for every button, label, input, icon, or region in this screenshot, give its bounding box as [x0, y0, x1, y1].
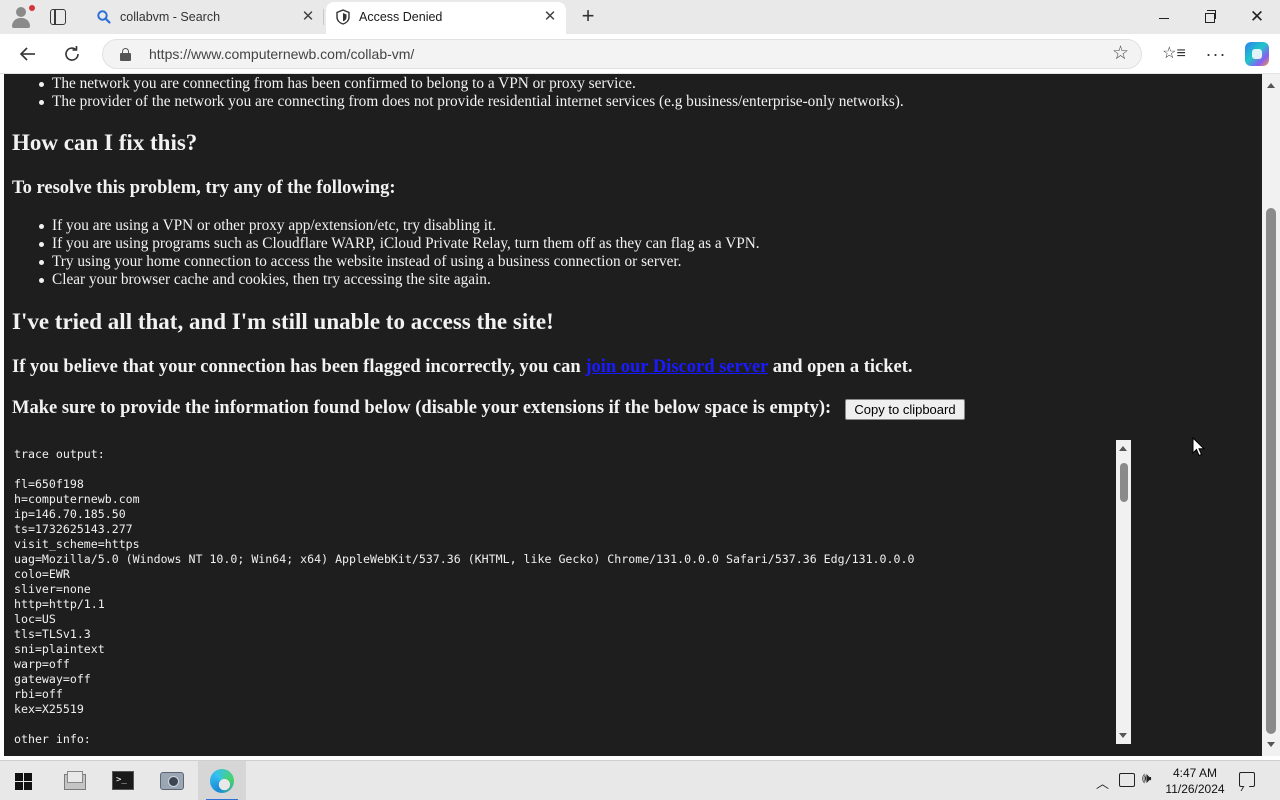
- scroll-up-arrow-icon[interactable]: [1119, 446, 1127, 451]
- list-item: The provider of the network you are conn…: [39, 93, 1052, 111]
- favorites-icon: ☆≡: [1162, 45, 1186, 62]
- fix-subheading: To resolve this problem, try any of the …: [12, 178, 396, 198]
- tab-actions-icon[interactable]: [50, 9, 66, 25]
- tab-access-denied[interactable]: Access Denied ✕: [326, 2, 566, 34]
- trace-line: ts=1732625143.277: [14, 522, 133, 536]
- more-icon: ···: [1205, 44, 1227, 64]
- list-item: Clear your browser cache and cookies, th…: [39, 271, 1052, 289]
- settings-more-button[interactable]: ···: [1202, 40, 1230, 68]
- close-window-button[interactable]: ✕: [1234, 0, 1280, 34]
- page-scrollbar[interactable]: [1262, 74, 1280, 756]
- camera-icon: [160, 772, 184, 790]
- list-item: If you are using a VPN or other proxy ap…: [39, 217, 1052, 235]
- copilot-icon[interactable]: [1245, 42, 1269, 66]
- scroll-down-arrow-icon[interactable]: [1119, 733, 1127, 738]
- back-button[interactable]: [14, 40, 42, 68]
- clock-time: 4:47 AM: [1172, 766, 1218, 780]
- taskbar: >_ ︿ 🕪 4:47 AM 11/26/2024: [0, 760, 1280, 800]
- still-unable-heading: I've tried all that, and I'm still unabl…: [12, 309, 554, 334]
- contact-prefix: If you believe that your connection has …: [12, 357, 586, 377]
- refresh-icon: [65, 46, 79, 61]
- list-item: The network you are connecting from has …: [39, 75, 1052, 93]
- search-icon: [97, 10, 111, 24]
- taskbar-edge[interactable]: [198, 761, 246, 800]
- tab-title: collabvm - Search: [120, 10, 221, 24]
- minimize-button[interactable]: [1141, 0, 1187, 34]
- terminal-icon: >_: [112, 771, 134, 790]
- clock-date: 11/26/2024: [1165, 782, 1225, 796]
- scroll-down-arrow-icon[interactable]: [1267, 742, 1275, 747]
- address-bar[interactable]: https://www.computernewb.com/collab-vm/ …: [102, 39, 1142, 69]
- notification-dot: [29, 5, 35, 11]
- contact-text: If you believe that your connection has …: [12, 357, 913, 378]
- discord-link[interactable]: join our Discord server: [585, 357, 768, 377]
- shield-icon: [336, 9, 350, 25]
- restore-button[interactable]: [1187, 0, 1233, 34]
- profile-icon[interactable]: [8, 5, 36, 29]
- trace-line: tls=TLSv1.3: [14, 627, 91, 641]
- list-item: Try using your home connection to access…: [39, 253, 1052, 271]
- tab-collabvm-search[interactable]: collabvm - Search ✕: [87, 0, 324, 34]
- trace-line: h=computernewb.com: [14, 492, 140, 506]
- trace-line: colo=EWR: [14, 567, 70, 581]
- mouse-cursor-icon: [1192, 437, 1206, 457]
- minimize-icon: [1159, 17, 1169, 19]
- list-item: If you are using programs such as Cloudf…: [39, 235, 1052, 253]
- trace-line: sni=plaintext: [14, 642, 105, 656]
- scroll-thumb[interactable]: [1120, 463, 1128, 502]
- notification-center-icon[interactable]: [1239, 772, 1255, 787]
- fix-heading: How can I fix this?: [12, 130, 198, 155]
- volume-icon[interactable]: 🕪: [1142, 770, 1151, 787]
- edge-icon: [210, 769, 234, 793]
- tab-separator: [323, 9, 324, 25]
- lock-icon[interactable]: [120, 48, 131, 61]
- windows-start-icon[interactable]: [15, 773, 32, 790]
- title-bar: collabvm - Search ✕ Access Denied ✕ + ✕: [0, 0, 1280, 34]
- taskbar-file-explorer[interactable]: [51, 761, 99, 800]
- page-content: The network you are connecting from has …: [4, 74, 1260, 756]
- reload-button[interactable]: [58, 40, 86, 68]
- scroll-thumb[interactable]: [1266, 208, 1276, 734]
- trace-line: warp=off: [14, 657, 70, 671]
- trace-scrollbar[interactable]: [1116, 440, 1131, 744]
- trace-line: kex=X25519: [14, 702, 84, 716]
- trace-line: fl=650f198: [14, 477, 84, 491]
- favorites-button[interactable]: ☆≡: [1160, 40, 1188, 68]
- copy-to-clipboard-button[interactable]: Copy to clipboard: [845, 399, 965, 420]
- close-icon: ✕: [1249, 7, 1265, 26]
- trace-line: loc=US: [14, 612, 56, 626]
- tab-title: Access Denied: [359, 10, 443, 24]
- reasons-list: The network you are connecting from has …: [39, 75, 1052, 111]
- favorite-star-icon[interactable]: ☆: [1112, 43, 1129, 65]
- file-explorer-icon: [64, 771, 86, 791]
- trace-line: uag=Mozilla/5.0 (Windows NT 10.0; Win64;…: [14, 552, 915, 566]
- taskbar-camera[interactable]: [148, 761, 196, 800]
- fixes-list: If you are using a VPN or other proxy ap…: [39, 217, 1052, 289]
- back-arrow-icon: [19, 47, 35, 61]
- trace-line: rbi=off: [14, 687, 63, 701]
- taskbar-terminal[interactable]: >_: [99, 761, 147, 800]
- trace-line: other info:: [14, 732, 91, 744]
- browser-toolbar: https://www.computernewb.com/collab-vm/ …: [0, 34, 1280, 74]
- new-tab-icon[interactable]: +: [578, 5, 598, 27]
- trace-output-box[interactable]: trace output: fl=650f198 h=computernewb.co…: [4, 440, 1131, 744]
- trace-line: visit_scheme=https: [14, 537, 140, 551]
- trace-line: http=http/1.1: [14, 597, 105, 611]
- trace-line: trace output:: [14, 447, 105, 461]
- close-tab-icon[interactable]: ✕: [542, 9, 558, 25]
- restore-icon: [1205, 10, 1216, 24]
- info-instructions: Make sure to provide the information fou…: [12, 398, 832, 418]
- scroll-up-arrow-icon[interactable]: [1267, 83, 1275, 88]
- url-text[interactable]: https://www.computernewb.com/collab-vm/: [149, 46, 414, 62]
- trace-line: sliver=none: [14, 582, 91, 596]
- close-tab-icon[interactable]: ✕: [300, 9, 316, 25]
- trace-line: ip=146.70.185.50: [14, 507, 126, 521]
- contact-suffix: and open a ticket.: [768, 357, 913, 377]
- trace-line: gateway=off: [14, 672, 91, 686]
- network-icon[interactable]: [1119, 773, 1135, 787]
- system-clock[interactable]: 4:47 AM 11/26/2024: [1160, 765, 1230, 797]
- show-hidden-icons-chevron-icon[interactable]: ︿: [1096, 773, 1109, 792]
